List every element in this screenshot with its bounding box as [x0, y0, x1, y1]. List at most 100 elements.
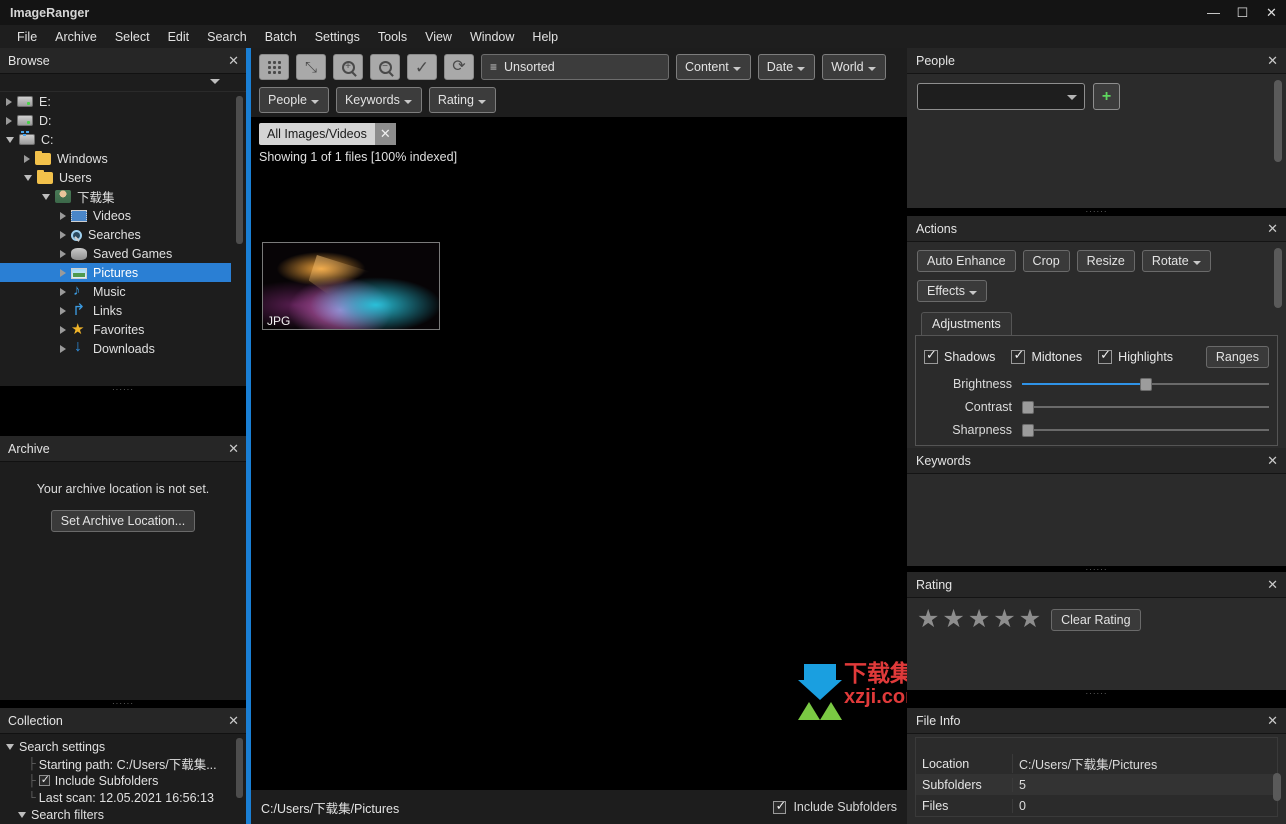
sharpness-slider[interactable] — [1022, 423, 1269, 437]
tree-item-favorites[interactable]: Favorites — [0, 320, 246, 339]
close-button[interactable]: ✕ — [1257, 0, 1286, 25]
chevron-right-icon[interactable] — [24, 154, 30, 163]
tree-item-downloads[interactable]: Downloads — [0, 338, 246, 358]
rating-close-icon[interactable]: ✕ — [1267, 577, 1278, 593]
chevron-down-icon[interactable] — [6, 136, 14, 143]
tree-item-e[interactable]: E: — [0, 92, 246, 111]
filter-chip-close-icon[interactable]: ✕ — [374, 123, 396, 145]
chevron-right-icon[interactable] — [60, 306, 66, 315]
tree-item-users[interactable]: Users — [0, 168, 246, 187]
folder-tree[interactable]: E: D: C: Windows Users 下载集 Videos Searches Saved… — [0, 92, 246, 386]
menu-item-file[interactable]: File — [8, 27, 46, 47]
clear-rating-button[interactable]: Clear Rating — [1051, 608, 1141, 631]
keywords-close-icon[interactable]: ✕ — [1267, 453, 1278, 469]
highlights-checkbox[interactable] — [1098, 347, 1113, 364]
rating-filter-dropdown[interactable]: Rating — [428, 87, 496, 113]
sort-selector[interactable]: ≡ Unsorted — [481, 54, 669, 80]
grid-view-icon[interactable] — [259, 54, 289, 80]
star-2[interactable]: ★ — [942, 607, 964, 632]
shadows-checkbox[interactable] — [924, 347, 938, 364]
star-5[interactable]: ★ — [1019, 607, 1041, 632]
content-filter-dropdown[interactable]: Content — [676, 54, 751, 80]
chevron-right-icon[interactable] — [60, 230, 66, 239]
fit-expand-icon[interactable]: ⤡ — [296, 54, 326, 80]
select-all-check-icon[interactable]: ✓ — [407, 54, 437, 80]
collection-search-filters-node[interactable]: Search filters — [6, 806, 246, 823]
include-subfolders-checkbox[interactable] — [38, 773, 50, 786]
chevron-right-icon[interactable] — [6, 97, 12, 106]
add-person-button[interactable]: + — [1093, 83, 1120, 110]
archive-resize-grip[interactable]: ······ — [0, 700, 246, 708]
midtones-checkbox[interactable] — [1011, 347, 1026, 364]
chevron-down-icon[interactable] — [42, 193, 50, 200]
people-scrollbar[interactable] — [1274, 80, 1282, 162]
collection-include-subfolders-item[interactable]: ├ Include Subfolders — [6, 772, 246, 789]
status-include-subfolders-checkbox[interactable] — [773, 798, 787, 814]
slider-knob[interactable] — [1139, 378, 1152, 391]
chevron-right-icon[interactable] — [60, 287, 66, 296]
star-4[interactable]: ★ — [993, 607, 1015, 632]
star-rating[interactable]: ★ ★ ★ ★ ★ — [917, 607, 1041, 632]
resize-button[interactable]: Resize — [1076, 250, 1135, 272]
menu-item-select[interactable]: Select — [106, 27, 159, 47]
chevron-down-icon[interactable] — [24, 174, 32, 181]
slider-knob[interactable] — [1022, 424, 1034, 437]
chevron-right-icon[interactable] — [60, 268, 66, 277]
refresh-icon[interactable]: ⟳ — [444, 54, 474, 80]
menu-item-view[interactable]: View — [416, 27, 461, 47]
tree-item-searches[interactable]: Searches — [0, 225, 246, 244]
chevron-right-icon[interactable] — [60, 249, 66, 258]
keywords-panel-body[interactable] — [907, 474, 1286, 566]
file-info-scrollbar[interactable] — [1273, 773, 1281, 801]
zoom-in-icon[interactable]: + — [333, 54, 363, 80]
chevron-right-icon[interactable] — [60, 211, 66, 220]
tree-item-d[interactable]: D: — [0, 111, 246, 130]
chevron-right-icon[interactable] — [60, 325, 66, 334]
crop-button[interactable]: Crop — [1022, 250, 1070, 272]
people-close-icon[interactable]: ✕ — [1267, 53, 1278, 69]
archive-close-icon[interactable]: ✕ — [228, 442, 239, 455]
menu-item-search[interactable]: Search — [198, 27, 256, 47]
thumbnail-grid[interactable]: JPG 下载集 xzji.com — [251, 178, 923, 791]
ranges-button[interactable]: Ranges — [1205, 346, 1269, 368]
browse-resize-grip[interactable]: ······ — [0, 386, 246, 394]
rotate-dropdown-button[interactable]: Rotate — [1141, 250, 1211, 272]
people-select[interactable] — [917, 83, 1085, 110]
menu-item-batch[interactable]: Batch — [256, 27, 306, 47]
menu-item-help[interactable]: Help — [523, 27, 567, 47]
collection-search-settings-node[interactable]: Search settings — [6, 738, 246, 755]
effects-dropdown-button[interactable]: Effects — [917, 280, 987, 302]
date-filter-dropdown[interactable]: Date — [757, 54, 816, 80]
tree-item-pictures[interactable]: Pictures — [0, 263, 231, 282]
menu-item-edit[interactable]: Edit — [159, 27, 199, 47]
collection-tree[interactable]: Search settings ├ Starting path: C:/User… — [0, 734, 246, 824]
people-filter-dropdown[interactable]: People — [259, 87, 329, 113]
set-archive-location-button[interactable]: Set Archive Location... — [50, 510, 196, 532]
collection-close-icon[interactable]: ✕ — [228, 714, 239, 727]
tree-item-下载集[interactable]: 下载集 — [0, 187, 246, 206]
brightness-slider[interactable] — [1022, 377, 1269, 391]
active-filter-chip[interactable]: All Images/Videos ✕ — [259, 123, 396, 145]
file-info-close-icon[interactable]: ✕ — [1267, 713, 1278, 729]
tree-item-c[interactable]: C: — [0, 130, 246, 149]
tree-item-savedgames[interactable]: Saved Games — [0, 244, 246, 263]
browse-close-icon[interactable]: ✕ — [228, 54, 239, 67]
tree-item-music[interactable]: Music — [0, 282, 246, 301]
contrast-slider[interactable] — [1022, 400, 1269, 414]
chevron-right-icon[interactable] — [6, 116, 12, 125]
slider-knob[interactable] — [1022, 401, 1034, 414]
tree-scrollbar[interactable] — [236, 96, 243, 244]
rating-resize-grip[interactable]: ······ — [907, 690, 1286, 698]
chevron-down-icon[interactable] — [210, 79, 220, 84]
zoom-out-icon[interactable]: − — [370, 54, 400, 80]
maximize-button[interactable]: ☐ — [1228, 0, 1257, 25]
tab-adjustments[interactable]: Adjustments — [921, 312, 1012, 335]
tree-item-windows[interactable]: Windows — [0, 149, 246, 168]
star-1[interactable]: ★ — [917, 607, 939, 632]
menu-item-window[interactable]: Window — [461, 27, 523, 47]
world-filter-dropdown[interactable]: World — [822, 54, 886, 80]
actions-close-icon[interactable]: ✕ — [1267, 221, 1278, 237]
collection-scrollbar[interactable] — [236, 738, 243, 798]
chevron-right-icon[interactable] — [60, 344, 66, 353]
tree-item-videos[interactable]: Videos — [0, 206, 246, 225]
